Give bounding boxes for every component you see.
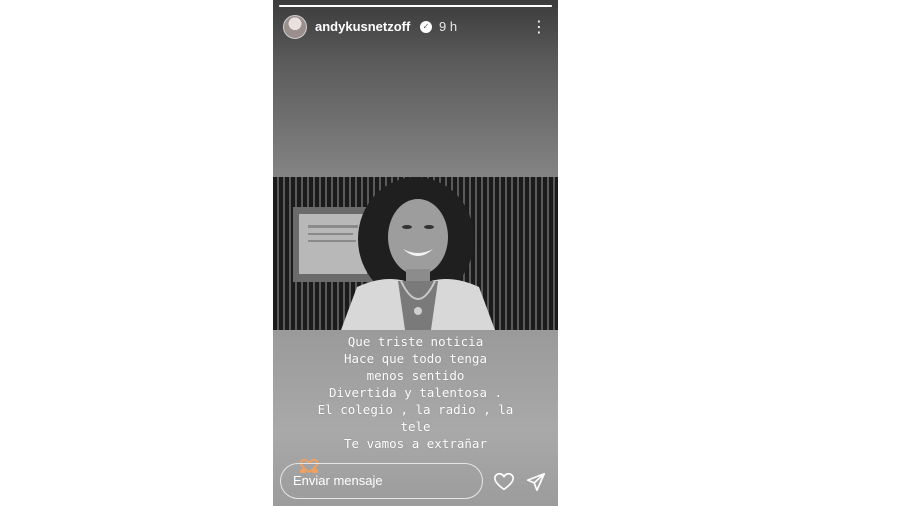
avatar[interactable] [283, 15, 307, 39]
send-icon[interactable] [525, 471, 547, 493]
username[interactable]: andykusnetzoff [315, 19, 410, 34]
story-progress-fill [279, 5, 552, 7]
story-caption: Que triste noticia Hace que todo tenga m… [273, 333, 558, 452]
heart-icon[interactable] [493, 471, 515, 493]
verified-badge-icon: ✓ [420, 21, 432, 33]
message-input[interactable]: Enviar mensaje [280, 463, 483, 499]
post-time: 9 h [439, 19, 458, 34]
caption-line: menos sentido [366, 368, 465, 383]
caption-line: Hace que todo tenga [344, 351, 487, 366]
story-header: andykusnetzoff ✓ 9 h ⋮ [273, 13, 558, 43]
caption-line: tele [400, 419, 431, 434]
caption-line: Que triste noticia [347, 334, 484, 349]
story-viewer: andykusnetzoff ✓ 9 h ⋮ Que triste notici… [273, 0, 558, 506]
story-progress-bar [279, 5, 552, 7]
portrait-image [293, 177, 495, 330]
more-options-icon[interactable]: ⋮ [531, 16, 547, 38]
caption-line: Te vamos a extrañar [344, 436, 487, 451]
story-photo [273, 177, 558, 330]
caption-line: Divertida y talentosa . [328, 385, 503, 400]
caption-line: El colegio , la radio , la [317, 402, 514, 417]
